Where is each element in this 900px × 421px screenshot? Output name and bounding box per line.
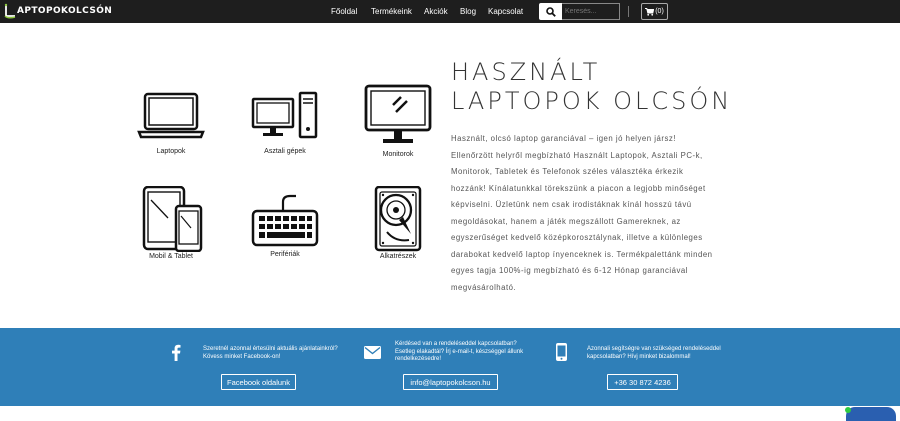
contact-band bbox=[0, 328, 900, 406]
keyboard-icon bbox=[251, 194, 319, 247]
nav-link-fooldal[interactable]: Főoldal bbox=[331, 7, 357, 16]
mobile-phone-icon bbox=[556, 343, 567, 361]
chat-widget-button[interactable] bbox=[846, 407, 896, 421]
tablet-phone-icon bbox=[142, 186, 203, 252]
email-info-line3: rendelkezésedre! bbox=[395, 356, 442, 362]
email-info-text: Kérdésed van a rendeléseddel kapcsolatba… bbox=[395, 341, 560, 364]
envelope-icon bbox=[364, 346, 381, 359]
facebook-info-text: Szeretnél azonnal értesülni aktuális ajá… bbox=[203, 346, 363, 361]
phone-info-text: Azonnali segítségre van szükséged rendel… bbox=[587, 346, 762, 361]
search-button[interactable] bbox=[539, 3, 562, 20]
nav-divider bbox=[628, 6, 629, 17]
hero-title: HASZNÁLT LAPTOPOK OLCSÓN bbox=[451, 58, 732, 116]
facebook-icon bbox=[172, 344, 181, 361]
top-nav-bar: APTOPOKOLCSÓN Főoldal Termékeink Akciók … bbox=[0, 0, 900, 23]
cart-button[interactable]: (0) bbox=[641, 3, 668, 20]
chat-online-indicator bbox=[845, 407, 851, 413]
category-label: Alkatrészek bbox=[379, 253, 417, 260]
phone-info-line1: Azonnali segítségre van szükséged rendel… bbox=[587, 346, 721, 352]
category-laptopok[interactable]: Laptopok bbox=[131, 91, 211, 155]
hero-section: Laptopok Asztali gépek Monitorok Mobil &… bbox=[0, 23, 900, 328]
hero-title-line1: HASZNÁLT bbox=[451, 58, 601, 86]
category-periferiak[interactable]: Perifériák bbox=[245, 193, 325, 258]
footer-strip bbox=[0, 406, 900, 418]
category-monitorok[interactable]: Monitorok bbox=[358, 83, 438, 158]
hero-description-text: Használt, olcsó laptop garanciával – ige… bbox=[451, 134, 713, 292]
laptop-icon bbox=[137, 92, 205, 139]
desktop-pc-icon bbox=[251, 91, 318, 139]
cart-icon bbox=[645, 7, 655, 16]
nav-link-kapcsolat[interactable]: Kapcsolat bbox=[488, 7, 523, 16]
search-box bbox=[539, 3, 620, 20]
search-icon bbox=[545, 6, 556, 17]
category-alkatreszek[interactable]: Alkatrészek bbox=[358, 186, 438, 260]
search-input[interactable] bbox=[562, 3, 620, 20]
hero-description: Használt, olcsó laptop garanciával – ige… bbox=[451, 131, 719, 296]
nav-link-akciok[interactable]: Akciók bbox=[424, 7, 448, 16]
category-label: Asztali gépek bbox=[264, 148, 306, 155]
cart-count: (0) bbox=[655, 8, 664, 15]
category-label: Monitorok bbox=[382, 151, 414, 158]
hero-title-line2: LAPTOPOK OLCSÓN bbox=[451, 87, 733, 115]
category-asztali-gepek[interactable]: Asztali gépek bbox=[245, 91, 325, 155]
email-button[interactable]: info@laptopokolcson.hu bbox=[403, 374, 498, 390]
category-mobil-tablet[interactable]: Mobil & Tablet bbox=[131, 186, 211, 260]
category-label: Laptopok bbox=[156, 148, 186, 155]
phone-info-line2: kapcsolatban? Hívj minket bizalommal! bbox=[587, 353, 691, 360]
hard-drive-icon bbox=[374, 186, 422, 252]
facebook-info-line2: Kövess minket Facebook-on! bbox=[203, 353, 281, 360]
category-label: Perifériák bbox=[270, 251, 300, 258]
category-label: Mobil & Tablet bbox=[149, 253, 193, 260]
email-info-line2: Esetleg elakadtál? Írj e-mail-t, készség… bbox=[395, 348, 524, 355]
email-info-line1: Kérdésed van a rendeléseddel kapcsolatba… bbox=[395, 341, 517, 347]
nav-link-blog[interactable]: Blog bbox=[460, 7, 476, 16]
monitor-icon bbox=[364, 84, 432, 143]
phone-button[interactable]: +36 30 872 4236 bbox=[607, 374, 678, 390]
main-menu: Főoldal Termékeink Akciók Blog Kapcsolat bbox=[0, 0, 900, 23]
nav-link-termekeink[interactable]: Termékeink bbox=[371, 7, 412, 16]
facebook-info-line1: Szeretnél azonnal értesülni aktuális ajá… bbox=[203, 346, 338, 352]
facebook-page-button[interactable]: Facebook oldalunk bbox=[221, 374, 296, 390]
